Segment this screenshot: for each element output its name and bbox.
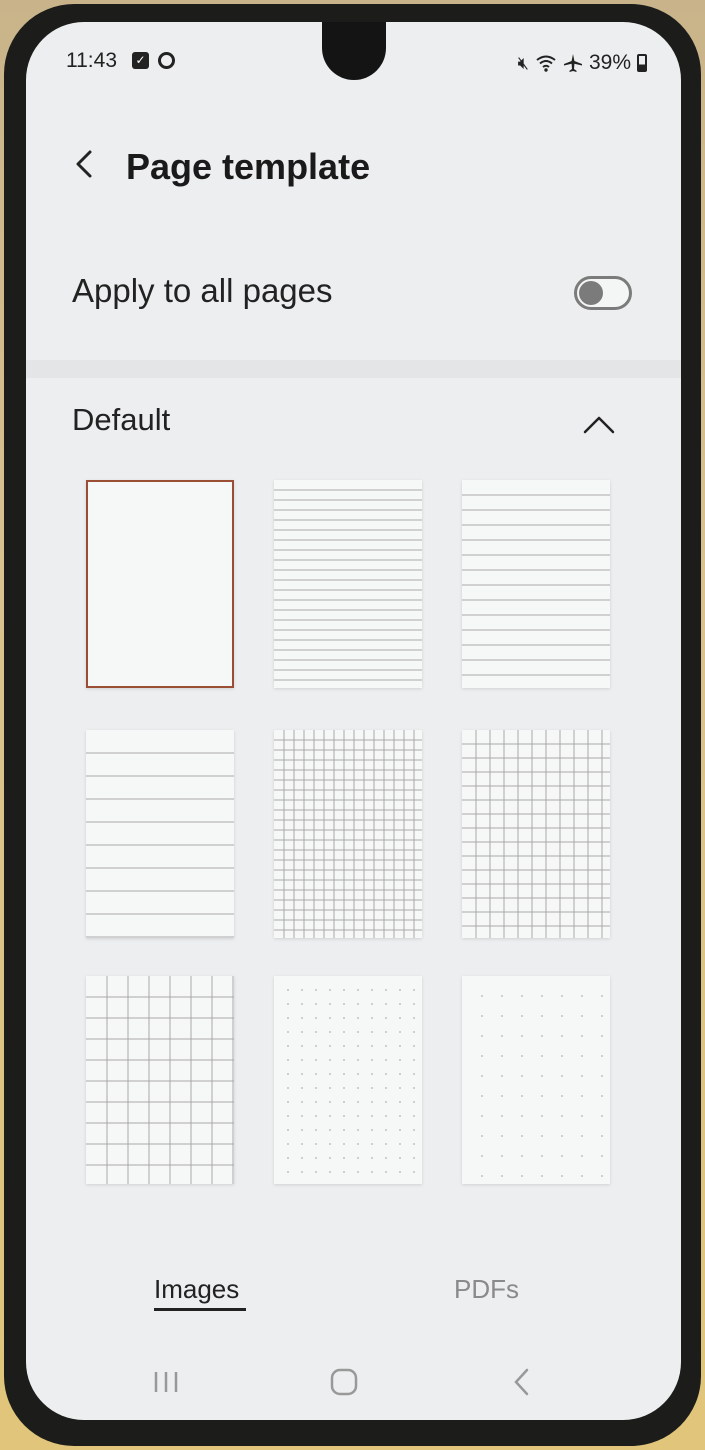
checkbox-notification-icon: ✓ <box>132 52 149 69</box>
app-header: Page template <box>26 132 681 202</box>
template-pattern <box>462 730 610 938</box>
back-icon[interactable] <box>502 1362 542 1402</box>
circle-notification-icon <box>158 52 175 69</box>
battery-percent: 39% <box>588 51 631 74</box>
default-section-header[interactable]: Default <box>26 382 681 462</box>
apply-to-all-toggle[interactable] <box>574 276 632 310</box>
chevron-left-icon[interactable] <box>66 142 106 186</box>
template-medium-grid[interactable] <box>462 730 610 938</box>
template-pattern <box>462 494 610 676</box>
section-divider <box>26 360 681 378</box>
home-icon[interactable] <box>324 1362 364 1402</box>
template-small-dots[interactable] <box>274 976 422 1184</box>
tab-pdfs[interactable]: PDFs <box>454 1274 519 1305</box>
apply-to-all-row[interactable]: Apply to all pages <box>26 252 681 332</box>
system-navigation-bar <box>26 1342 681 1420</box>
page-title: Page template <box>126 146 371 187</box>
template-narrow-lines[interactable] <box>274 480 422 688</box>
template-wide-lines[interactable] <box>86 730 234 938</box>
template-medium-lines[interactable] <box>462 480 610 688</box>
template-pattern <box>86 976 234 1184</box>
section-title: Default <box>72 402 171 437</box>
template-pattern <box>287 989 415 1173</box>
status-right: 🔇︎ 39% <box>518 51 647 75</box>
battery-icon <box>637 54 647 72</box>
recent-apps-icon[interactable] <box>146 1362 186 1402</box>
chevron-up-icon[interactable] <box>582 412 616 436</box>
toggle-knob <box>579 281 603 305</box>
wifi-icon <box>536 55 556 72</box>
active-tab-indicator <box>154 1308 246 1311</box>
template-blank[interactable] <box>86 480 234 688</box>
template-small-grid[interactable] <box>274 730 422 938</box>
template-pattern <box>274 489 422 681</box>
airplane-mode-icon <box>563 54 582 72</box>
status-time: 11:43 <box>66 49 117 72</box>
template-pattern <box>86 752 234 938</box>
phone-frame: 11:43 ✓ 🔇︎ 39% Page template Apply to al… <box>4 4 701 1446</box>
template-large-dots[interactable] <box>462 976 610 1184</box>
screen: 11:43 ✓ 🔇︎ 39% Page template Apply to al… <box>26 22 681 1420</box>
source-tabs: Images PDFs <box>26 1252 681 1332</box>
template-pattern <box>481 995 603 1177</box>
template-large-grid[interactable] <box>86 976 234 1184</box>
template-pattern <box>274 730 422 938</box>
status-bar: 11:43 ✓ 🔇︎ 39% <box>26 22 681 82</box>
mute-icon: 🔇︎ <box>517 52 529 74</box>
apply-to-all-label: Apply to all pages <box>72 272 333 309</box>
tab-images[interactable]: Images <box>154 1274 239 1305</box>
